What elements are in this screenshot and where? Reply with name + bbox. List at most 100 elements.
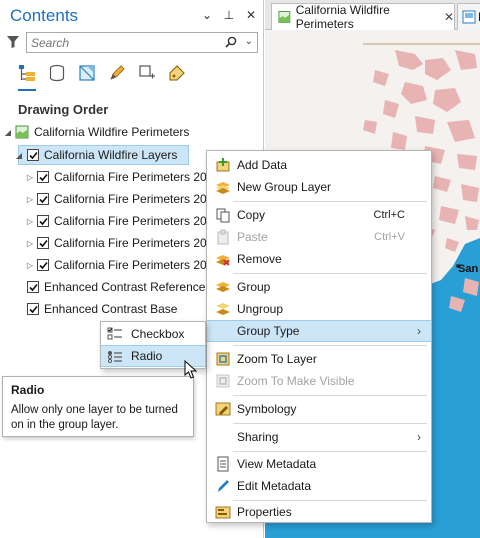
close-icon[interactable]: ✕ (245, 8, 257, 22)
drawing-order-icon (19, 65, 35, 81)
search-icon[interactable] (225, 36, 237, 48)
map-place-label: San (458, 263, 478, 275)
collapse-arrow-icon[interactable]: ◢ (4, 128, 12, 137)
layer-label: California Fire Perimeters 2018 (54, 236, 221, 250)
tooltip: Radio Allow only one layer to be turned … (2, 376, 194, 437)
menu-add-data[interactable]: Add Data (207, 154, 431, 176)
checkmark-icon (39, 217, 48, 226)
menu-paste[interactable]: Paste Ctrl+V (207, 226, 431, 248)
layer-context-menu: Add Data New Group Layer Copy Ctrl+C Pas… (206, 150, 432, 523)
pane-title: Contents (10, 6, 79, 25)
snapping-icon (139, 65, 155, 79)
pencil-icon (110, 65, 125, 80)
tab-drawing-order[interactable] (12, 58, 42, 91)
layer-label: California Fire Perimeters 2017 (54, 258, 221, 272)
mouse-cursor-icon (184, 360, 198, 379)
map-tab-strip: California Wildfire Perimeters ✕ L (265, 0, 480, 31)
checkmark-icon (29, 283, 38, 292)
paste-icon (217, 229, 229, 245)
submenu-arrow-icon: › (417, 430, 421, 444)
contents-view-tabs (12, 58, 252, 94)
tab-selection[interactable] (72, 58, 102, 88)
submenu-arrow-icon: › (417, 324, 421, 338)
expand-arrow-icon[interactable]: ▷ (26, 195, 34, 204)
expand-arrow-icon[interactable]: ▷ (26, 173, 34, 182)
layer-visibility-checkbox[interactable] (37, 259, 49, 271)
menu-symbology[interactable]: Symbology (207, 398, 431, 420)
add-data-icon (216, 158, 230, 172)
tree-row-map[interactable]: ◢ California Wildfire Perimeters (0, 122, 264, 142)
collapse-arrow-icon[interactable]: ◢ (15, 151, 23, 160)
layer-label: California Fire Perimeters 2019 (54, 214, 221, 228)
checkmark-icon (29, 151, 38, 160)
menu-separator (233, 395, 427, 396)
layer-visibility-checkbox[interactable] (37, 215, 49, 227)
menu-zoom-make-visible[interactable]: Zoom To Make Visible (207, 370, 431, 392)
menu-properties[interactable]: Properties (207, 501, 431, 523)
layer-visibility-checkbox[interactable] (27, 149, 39, 161)
symbology-icon (215, 402, 231, 416)
tab-layout[interactable]: L (457, 3, 480, 30)
menu-group[interactable]: Group (207, 276, 431, 298)
remove-layer-icon (216, 255, 230, 266)
menu-remove[interactable]: Remove (207, 248, 431, 270)
group-layer-icon (216, 182, 230, 194)
menu-separator (233, 423, 427, 424)
layer-visibility-checkbox[interactable] (37, 171, 49, 183)
checkmark-icon (39, 261, 48, 270)
database-icon (49, 64, 65, 82)
menu-ungroup[interactable]: Ungroup (207, 298, 431, 320)
menu-edit-metadata[interactable]: Edit Metadata (207, 475, 431, 497)
menu-separator (233, 345, 427, 346)
close-tab-icon[interactable]: ✕ (444, 10, 454, 24)
layer-visibility-checkbox[interactable] (27, 303, 39, 315)
menu-separator (233, 273, 427, 274)
section-heading: Drawing Order (18, 102, 109, 117)
expand-arrow-icon[interactable]: ▷ (26, 239, 34, 248)
map-tab-label: California Wildfire Perimeters (295, 3, 390, 31)
menu-zoom-to-layer[interactable]: Zoom To Layer (207, 348, 431, 370)
menu-view-metadata[interactable]: View Metadata (207, 453, 431, 475)
menu-sharing[interactable]: Sharing › (207, 426, 431, 448)
radio-list-icon (107, 351, 122, 364)
tab-editing[interactable] (102, 58, 132, 88)
copy-icon (216, 208, 230, 223)
checkbox-list-icon (107, 327, 122, 340)
checkmark-icon (29, 305, 38, 314)
submenu-checkbox[interactable]: Checkbox (101, 323, 205, 345)
properties-icon (215, 506, 231, 519)
menu-separator (233, 201, 427, 202)
map-icon (278, 11, 291, 23)
search-box: ⌄ (26, 32, 258, 53)
basemap-label: Enhanced Contrast Base (44, 302, 178, 316)
pane-controls: ⌄ ⊥ ✕ (201, 8, 257, 22)
tab-map-active[interactable]: California Wildfire Perimeters ✕ (271, 3, 455, 31)
menu-copy[interactable]: Copy Ctrl+C (207, 204, 431, 226)
tooltip-title: Radio (11, 383, 45, 397)
search-options-chevron-icon[interactable]: ⌄ (245, 36, 253, 47)
menu-new-group-layer[interactable]: New Group Layer (207, 176, 431, 198)
menu-separator (233, 451, 427, 452)
map-name-label: California Wildfire Perimeters (34, 125, 190, 139)
pane-options-dropdown-icon[interactable]: ⌄ (201, 8, 213, 22)
tab-data-source[interactable] (42, 58, 72, 88)
view-metadata-icon (217, 456, 229, 472)
edit-metadata-icon (218, 480, 229, 492)
group-layer-label: California Wildfire Layers (44, 148, 178, 162)
tab-snapping[interactable] (132, 58, 162, 88)
filter-icon[interactable] (6, 35, 20, 49)
expand-arrow-icon[interactable]: ▷ (26, 261, 34, 270)
search-input[interactable] (27, 33, 217, 52)
zoom-visible-icon (216, 374, 230, 388)
zoom-to-layer-icon (216, 352, 230, 366)
checkmark-icon (39, 173, 48, 182)
layer-label: California Fire Perimeters 2021 (54, 170, 221, 184)
checkmark-icon (39, 239, 48, 248)
menu-group-type[interactable]: Group Type › (207, 320, 431, 342)
expand-arrow-icon[interactable]: ▷ (26, 217, 34, 226)
pin-icon[interactable]: ⊥ (223, 8, 235, 22)
layer-visibility-checkbox[interactable] (27, 281, 39, 293)
tab-labeling[interactable] (162, 58, 192, 88)
layer-visibility-checkbox[interactable] (37, 193, 49, 205)
layer-visibility-checkbox[interactable] (37, 237, 49, 249)
